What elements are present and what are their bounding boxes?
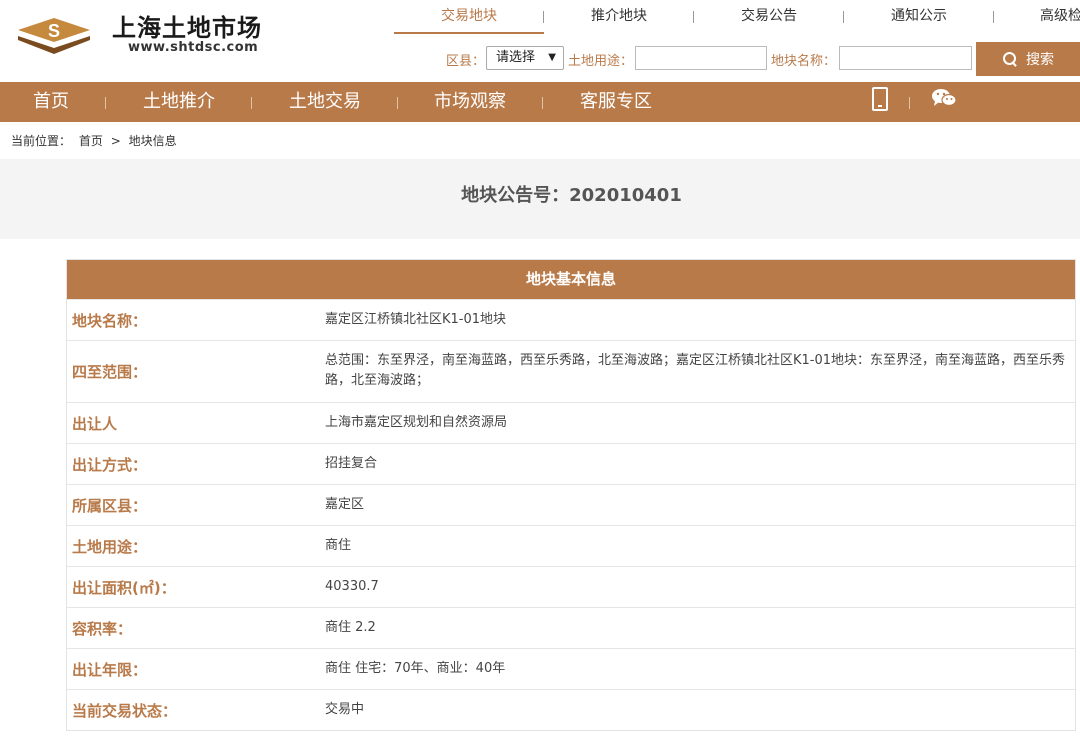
district-select-value: 请选择 <box>496 50 536 65</box>
site-name[interactable]: 上海土地市场 <box>112 8 262 43</box>
nav-divider <box>397 97 398 109</box>
landuse-label: 土地用途： <box>568 54 634 69</box>
row-value: 商住 2.2 <box>325 620 376 635</box>
main-nav-customer-service[interactable]: 客服专区 <box>580 82 652 122</box>
plotname-input[interactable] <box>839 46 972 70</box>
row-label: 出让人 <box>72 414 118 433</box>
top-nav-trading-notices[interactable]: 交易公告 <box>694 0 844 34</box>
table-row: 出让面积(㎡)： 40330.7 <box>67 566 1075 607</box>
district-label: 区县： <box>446 54 486 69</box>
table-row: 出让人 上海市嘉定区规划和自然资源局 <box>67 402 1075 443</box>
search-button-label: 搜索 <box>1026 52 1054 68</box>
top-nav-label: 高级检 <box>1040 8 1080 24</box>
top-nav-label: 交易地块 <box>441 8 497 24</box>
table-title: 地块基本信息 <box>67 260 1075 299</box>
site-header: S 上海土地市场 www.shtdsc.com 交易地块 推介地块 交易公告 通… <box>0 0 1080 82</box>
district-select[interactable]: 请选择 ▼ <box>486 46 564 70</box>
row-label: 所属区县： <box>72 496 148 515</box>
row-label: 容积率： <box>72 619 133 638</box>
row-label: 土地用途： <box>72 537 148 556</box>
table-row: 所属区县： 嘉定区 <box>67 484 1075 525</box>
table-row: 当前交易状态： 交易中 <box>67 689 1075 730</box>
row-label: 四至范围： <box>72 363 148 381</box>
top-nav-label: 通知公示 <box>891 8 947 24</box>
row-label: 当前交易状态： <box>72 701 178 720</box>
nav-divider <box>909 97 910 109</box>
breadcrumb-prefix: 当前位置： <box>11 134 72 148</box>
top-nav: 交易地块 推介地块 交易公告 通知公示 高级检 <box>394 0 1080 34</box>
search-icon <box>1002 51 1018 67</box>
row-label: 出让面积(㎡)： <box>72 578 176 597</box>
top-nav-trading-plots[interactable]: 交易地块 <box>394 0 544 34</box>
row-value: 上海市嘉定区规划和自然资源局 <box>325 415 508 430</box>
notice-band: 地块公告号：202010401 <box>0 159 1080 239</box>
table-row: 出让年限： 商住 住宅：70年、商业：40年 <box>67 648 1075 689</box>
table-row: 出让方式： 招挂复合 <box>67 443 1075 484</box>
notice-title: 地块公告号：202010401 <box>461 185 682 206</box>
row-label: 出让方式： <box>72 455 148 474</box>
nav-divider <box>251 97 252 109</box>
caret-down-icon: ▼ <box>548 52 556 63</box>
table-row: 容积率： 商住 2.2 <box>67 607 1075 648</box>
row-label: 地块名称： <box>72 311 148 330</box>
main-nav-market-watch[interactable]: 市场观察 <box>434 82 506 122</box>
plot-info-table: 地块基本信息 地块名称： 嘉定区江桥镇北社区K1-01地块 四至范围： 总范围：… <box>66 259 1076 731</box>
row-value: 嘉定区江桥镇北社区K1-01地块 <box>325 312 507 327</box>
main-nav-land-trading[interactable]: 土地交易 <box>289 82 361 122</box>
table-row: 四至范围： 总范围：东至界泾，南至海蓝路，西至乐秀路，北至海波路；嘉定区江桥镇北… <box>67 340 1075 402</box>
row-label: 出让年限： <box>72 660 148 679</box>
phone-icon[interactable] <box>872 87 888 111</box>
row-value: 交易中 <box>325 702 365 717</box>
main-nav-home[interactable]: 首页 <box>33 82 69 122</box>
top-nav-advanced-search[interactable]: 高级检 <box>994 0 1080 34</box>
top-nav-promoted-plots[interactable]: 推介地块 <box>544 0 694 34</box>
top-nav-label: 推介地块 <box>591 8 647 24</box>
top-nav-announcements[interactable]: 通知公示 <box>844 0 994 34</box>
svg-text:S: S <box>48 21 60 41</box>
nav-divider <box>542 97 543 109</box>
landuse-input[interactable] <box>635 46 767 70</box>
main-nav-land-promotion[interactable]: 土地推介 <box>143 82 215 122</box>
table-row: 地块名称： 嘉定区江桥镇北社区K1-01地块 <box>67 299 1075 340</box>
row-value: 嘉定区 <box>325 497 365 512</box>
breadcrumb-current: 地块信息 <box>128 134 177 148</box>
top-nav-label: 交易公告 <box>741 8 797 24</box>
row-value: 招挂复合 <box>325 456 378 471</box>
plotname-label: 地块名称： <box>771 54 837 69</box>
breadcrumb-home-link[interactable]: 首页 <box>79 134 103 148</box>
row-value: 40330.7 <box>325 579 379 594</box>
row-value: 总范围：东至界泾，南至海蓝路，西至乐秀路，北至海波路；嘉定区江桥镇北社区K1-0… <box>325 353 1066 388</box>
main-nav: 首页 土地推介 土地交易 市场观察 客服专区 <box>0 82 1080 122</box>
table-row: 土地用途： 商住 <box>67 525 1075 566</box>
wechat-icon[interactable] <box>931 88 957 108</box>
row-value: 商住 住宅：70年、商业：40年 <box>325 661 506 676</box>
search-bar: 区县： 请选择 ▼ 土地用途： 地块名称： 搜索 <box>0 42 1080 76</box>
nav-divider <box>105 97 106 109</box>
breadcrumb: 当前位置： 首页 > 地块信息 <box>11 132 181 149</box>
breadcrumb-separator: > <box>110 134 121 148</box>
search-button[interactable]: 搜索 <box>976 42 1080 76</box>
row-value: 商住 <box>325 538 352 553</box>
